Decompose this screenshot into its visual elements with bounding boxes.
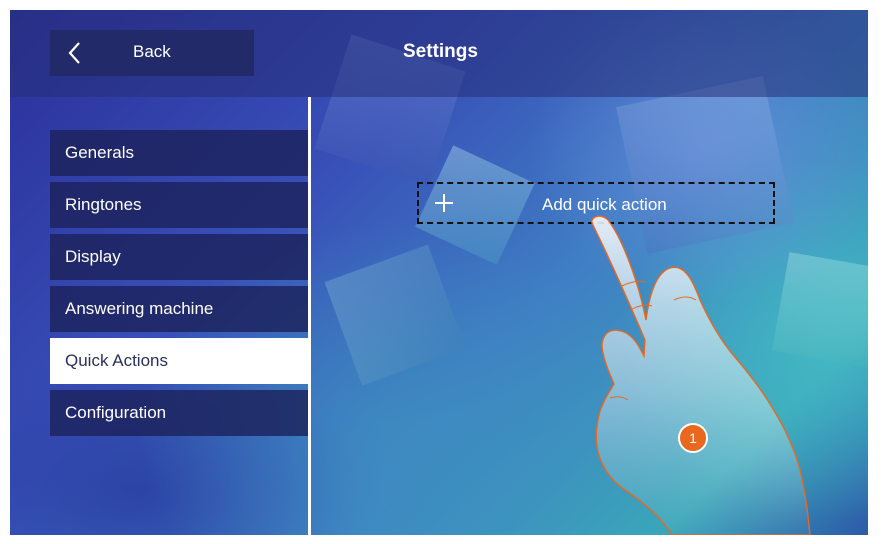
add-quick-action-button[interactable]: Add quick action bbox=[417, 182, 775, 224]
sidebar-item-generals[interactable]: Generals bbox=[50, 130, 308, 176]
back-button[interactable]: Back bbox=[50, 30, 254, 76]
background-cube bbox=[616, 76, 794, 254]
sidebar-item-label: Ringtones bbox=[65, 195, 142, 214]
plus-icon bbox=[435, 194, 453, 212]
sidebar-item-answering-machine[interactable]: Answering machine bbox=[50, 286, 308, 332]
sidebar-item-label: Display bbox=[65, 247, 121, 266]
sidebar-item-display[interactable]: Display bbox=[50, 234, 308, 280]
sidebar-item-label: Configuration bbox=[65, 403, 167, 422]
sidebar-item-label: Generals bbox=[65, 143, 134, 162]
step-badge: 1 bbox=[678, 423, 708, 453]
background-cube bbox=[324, 244, 466, 386]
page-title: Settings bbox=[403, 41, 478, 62]
settings-screen: Back Settings Generals Ringtones Display… bbox=[10, 10, 868, 535]
sidebar-item-configuration[interactable]: Configuration bbox=[50, 390, 308, 436]
sidebar-item-quick-actions[interactable]: Quick Actions bbox=[50, 338, 308, 384]
sidebar-item-ringtones[interactable]: Ringtones bbox=[50, 182, 308, 228]
chevron-left-icon bbox=[68, 42, 80, 64]
sidebar-item-label: Answering machine bbox=[65, 299, 214, 318]
sidebar-item-label: Quick Actions bbox=[65, 351, 168, 370]
background-cube bbox=[772, 252, 868, 368]
sidebar-divider bbox=[308, 97, 311, 535]
add-quick-action-label: Add quick action bbox=[542, 195, 667, 214]
back-label: Back bbox=[133, 42, 171, 61]
header-bar: Back Settings bbox=[10, 10, 868, 97]
